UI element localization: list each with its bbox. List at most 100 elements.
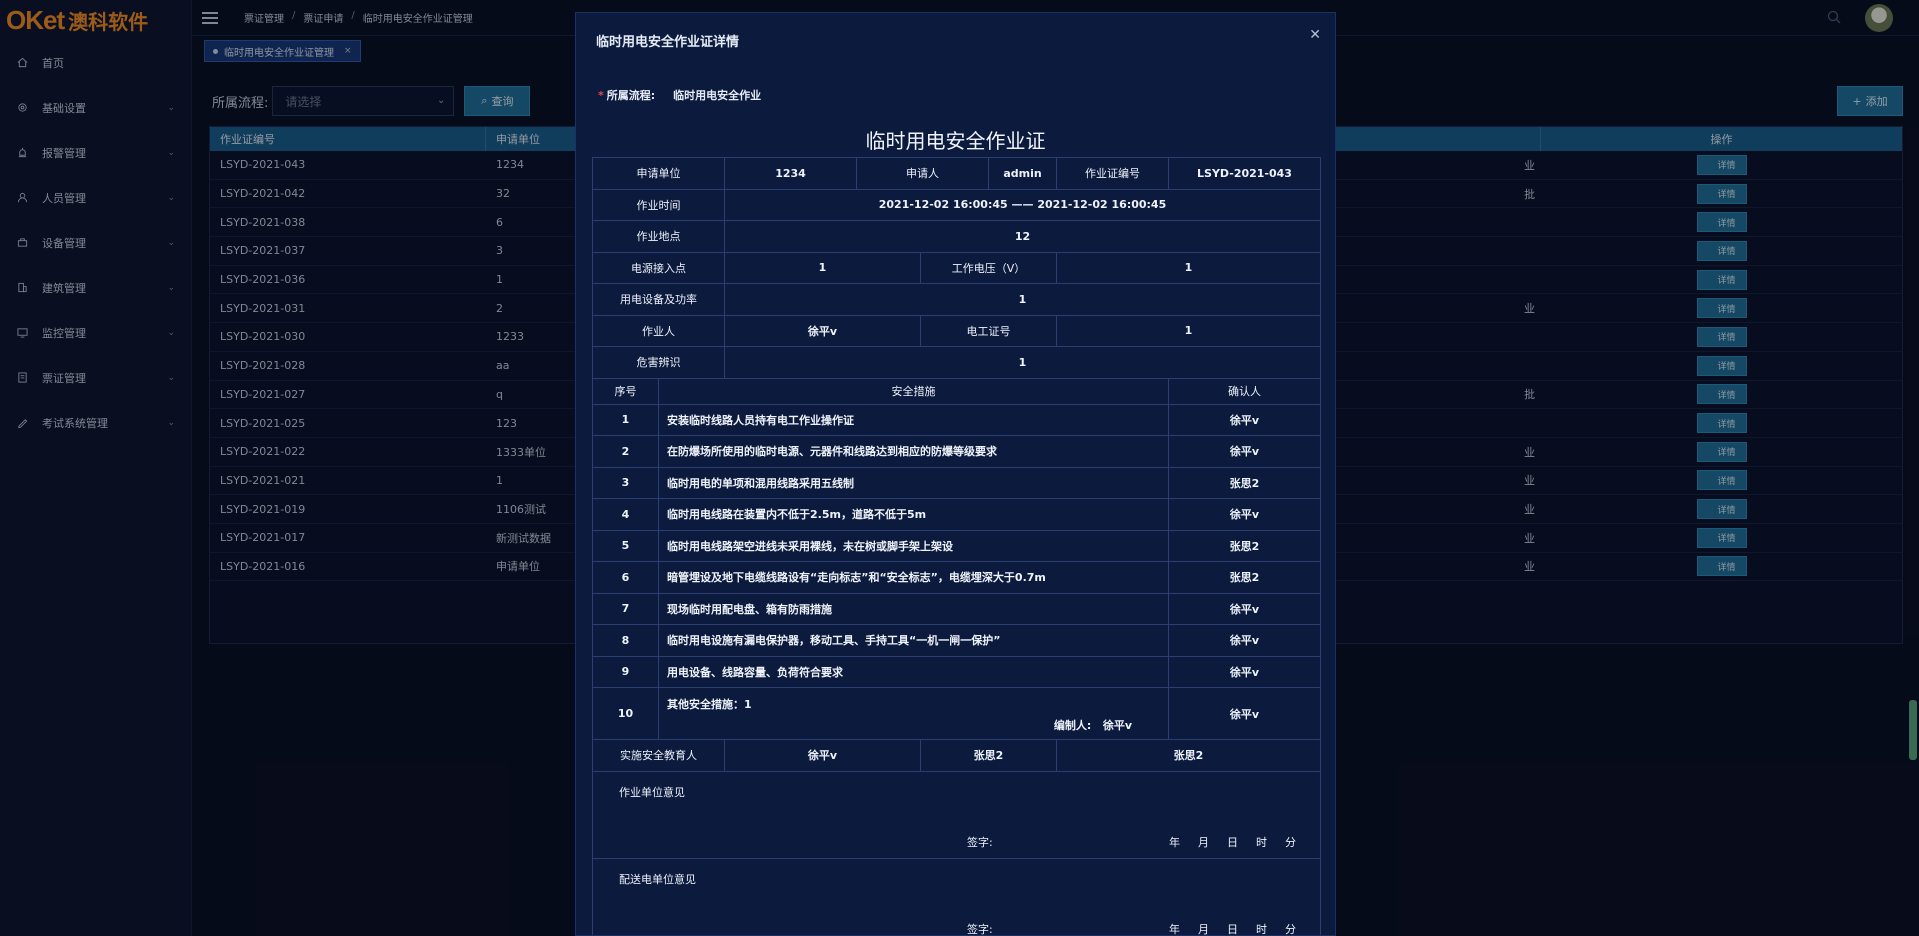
measure-text: 用电设备、线路容量、负荷符合要求 bbox=[658, 655, 1169, 688]
other-measures-cell: 其他安全措施：1 编制人: 徐平v bbox=[658, 687, 1169, 740]
sign-label: 签字: bbox=[967, 835, 993, 849]
close-icon[interactable]: ✕ bbox=[1309, 27, 1321, 43]
measure-confirmer: 徐平v bbox=[1168, 655, 1321, 688]
measure-text: 临时用电设施有漏电保护器，移动工具、手持工具“一机一闸一保护” bbox=[658, 624, 1169, 657]
measures-header-row: 序号 安全措施 确认人 bbox=[592, 377, 1321, 405]
measure-row: 1 安装临时线路人员持有电工作业操作证 徐平v bbox=[592, 403, 1321, 436]
measure-no: 1 bbox=[592, 403, 659, 436]
date-fields: 年 月 日 时 分 bbox=[1169, 834, 1296, 850]
unit-opinion-cell: 作业单位意见 签字: 年 月 日 时 分 bbox=[592, 770, 1321, 859]
measure-row: 2 在防爆场所使用的临时电源、元器件和线路达到相应的防爆等级要求 徐平v bbox=[592, 435, 1321, 468]
month-label: 月 bbox=[1198, 835, 1209, 849]
page-scrollbar[interactable] bbox=[1909, 700, 1917, 760]
label-equipment: 用电设备及功率 bbox=[592, 283, 725, 316]
minute-label: 分 bbox=[1285, 922, 1296, 936]
measure-no: 3 bbox=[592, 466, 659, 499]
measure-row: 7 现场临时用配电盘、箱有防雨措施 徐平v bbox=[592, 592, 1321, 625]
power-opinion-cell: 配送电单位意见 签字: 年 月 日 时 分 bbox=[592, 857, 1321, 936]
editor-label: 编制人: bbox=[1053, 719, 1092, 732]
measure-text: 安装临时线路人员持有电工作业操作证 bbox=[658, 403, 1169, 436]
hour-label: 时 bbox=[1256, 922, 1267, 936]
value-electrician-cert: 1 bbox=[1056, 314, 1321, 347]
label-confirmer: 确认人 bbox=[1168, 377, 1321, 405]
measure-text: 现场临时用配电盘、箱有防雨措施 bbox=[658, 592, 1169, 625]
label-voltage: 工作电压（V） bbox=[920, 251, 1057, 284]
measure-row: 4 临时用电线路在装置内不低于2.5m，道路不低于5m 徐平v bbox=[592, 498, 1321, 531]
hour-label: 时 bbox=[1256, 835, 1267, 849]
detail-dialog: 临时用电安全作业证详情 ✕ * 所属流程: 临时用电安全作业 临时用电安全作业证 申… bbox=[575, 12, 1336, 936]
measure-confirmer: 张思2 bbox=[1168, 529, 1321, 562]
value-apply-unit: 1234 bbox=[724, 157, 857, 190]
value-educator-1: 徐平v bbox=[724, 739, 921, 772]
form-row: 申请单位 1234 申请人 admin 作业证编号 LSYD-2021-043 bbox=[592, 157, 1321, 190]
measure-confirmer: 徐平v bbox=[1168, 435, 1321, 468]
label-cert-no: 作业证编号 bbox=[1056, 157, 1169, 190]
measure-confirmer: 徐平v bbox=[1168, 403, 1321, 436]
value-cert-no: LSYD-2021-043 bbox=[1168, 157, 1321, 190]
label-worker: 作业人 bbox=[592, 314, 725, 347]
label-measures: 安全措施 bbox=[658, 377, 1169, 405]
label-seq: 序号 bbox=[592, 377, 659, 405]
process-field: * 所属流程: 临时用电安全作业 bbox=[598, 87, 761, 103]
measure-row: 3 临时用电的单项和混用线路采用五线制 张思2 bbox=[592, 466, 1321, 499]
year-label: 年 bbox=[1169, 835, 1180, 849]
measure-no: 8 bbox=[592, 624, 659, 657]
measure-text: 临时用电的单项和混用线路采用五线制 bbox=[658, 466, 1169, 499]
measure-row: 6 暗管埋设及地下电缆线路设有“走向标志”和“安全标志”，电缆埋深大于0.7m 张思… bbox=[592, 561, 1321, 594]
form-title: 临时用电安全作业证 bbox=[865, 129, 1046, 153]
form-row: 作业时间 2021-12-02 16:00:45 —— 2021-12-02 1… bbox=[592, 188, 1321, 221]
value-work-time: 2021-12-02 16:00:45 —— 2021-12-02 16:00:… bbox=[724, 188, 1321, 221]
value-applicant: admin bbox=[988, 157, 1057, 190]
year-label: 年 bbox=[1169, 922, 1180, 936]
value-power-point: 1 bbox=[724, 251, 921, 284]
value-educator-2: 张思2 bbox=[920, 739, 1057, 772]
form-row: 危害辨识 1 bbox=[592, 346, 1321, 379]
measure-row-other: 10 其他安全措施：1 编制人: 徐平v 徐平v bbox=[592, 687, 1321, 740]
minute-label: 分 bbox=[1285, 835, 1296, 849]
required-mark: * bbox=[598, 89, 604, 102]
form-row: 用电设备及功率 1 bbox=[592, 283, 1321, 316]
power-opinion-row: 配送电单位意见 签字: 年 月 日 时 分 bbox=[592, 857, 1321, 936]
measure-text: 在防爆场所使用的临时电源、元器件和线路达到相应的防爆等级要求 bbox=[658, 435, 1169, 468]
form-row: 作业地点 12 bbox=[592, 220, 1321, 253]
label-applicant: 申请人 bbox=[856, 157, 989, 190]
measure-text: 临时用电线路架空进线未采用裸线，未在树或脚手架上架设 bbox=[658, 529, 1169, 562]
editor-value: 徐平v bbox=[1102, 719, 1132, 732]
unit-opinion-row: 作业单位意见 签字: 年 月 日 时 分 bbox=[592, 770, 1321, 859]
measure-row: 8 临时用电设施有漏电保护器，移动工具、手持工具“一机一闸一保护” 徐平v bbox=[592, 624, 1321, 657]
unit-opinion-label: 作业单位意见 bbox=[619, 785, 685, 799]
sign-label: 签字: bbox=[967, 922, 993, 936]
value-educator-3: 张思2 bbox=[1056, 739, 1321, 772]
measure-text: 暗管埋设及地下电缆线路设有“走向标志”和“安全标志”，电缆埋深大于0.7m bbox=[658, 561, 1169, 594]
measure-no: 10 bbox=[592, 687, 659, 740]
day-label: 日 bbox=[1227, 922, 1238, 936]
measure-confirmer: 张思2 bbox=[1168, 466, 1321, 499]
dialog-title: 临时用电安全作业证详情 bbox=[596, 35, 740, 50]
value-work-place: 12 bbox=[724, 220, 1321, 253]
date-fields: 年 月 日 时 分 bbox=[1169, 921, 1296, 936]
measure-confirmer: 张思2 bbox=[1168, 561, 1321, 594]
process-label: 所属流程: bbox=[606, 89, 656, 102]
day-label: 日 bbox=[1227, 835, 1238, 849]
label-work-place: 作业地点 bbox=[592, 220, 725, 253]
editor: 编制人: 徐平v bbox=[1054, 717, 1132, 733]
month-label: 月 bbox=[1198, 922, 1209, 936]
label-electrician-cert: 电工证号 bbox=[920, 314, 1057, 347]
measure-no: 4 bbox=[592, 498, 659, 531]
other-measures-text: 其他安全措施：1 bbox=[667, 698, 752, 711]
value-voltage: 1 bbox=[1056, 251, 1321, 284]
value-worker: 徐平v bbox=[724, 314, 921, 347]
measure-text: 临时用电线路在装置内不低于2.5m，道路不低于5m bbox=[658, 498, 1169, 531]
label-work-time: 作业时间 bbox=[592, 188, 725, 221]
power-opinion-label: 配送电单位意见 bbox=[619, 872, 696, 886]
label-apply-unit: 申请单位 bbox=[592, 157, 725, 190]
form-row: 作业人 徐平v 电工证号 1 bbox=[592, 314, 1321, 347]
measure-confirmer: 徐平v bbox=[1168, 624, 1321, 657]
measures-body: 1 安装临时线路人员持有电工作业操作证 徐平v 2 在防爆场所使用的临时电源、元器件和线… bbox=[592, 403, 1321, 688]
measure-no: 6 bbox=[592, 561, 659, 594]
measure-no: 2 bbox=[592, 435, 659, 468]
value-hazard: 1 bbox=[724, 346, 1321, 379]
value-equipment: 1 bbox=[724, 283, 1321, 316]
measure-confirmer: 徐平v bbox=[1168, 592, 1321, 625]
measure-row: 9 用电设备、线路容量、负荷符合要求 徐平v bbox=[592, 655, 1321, 688]
